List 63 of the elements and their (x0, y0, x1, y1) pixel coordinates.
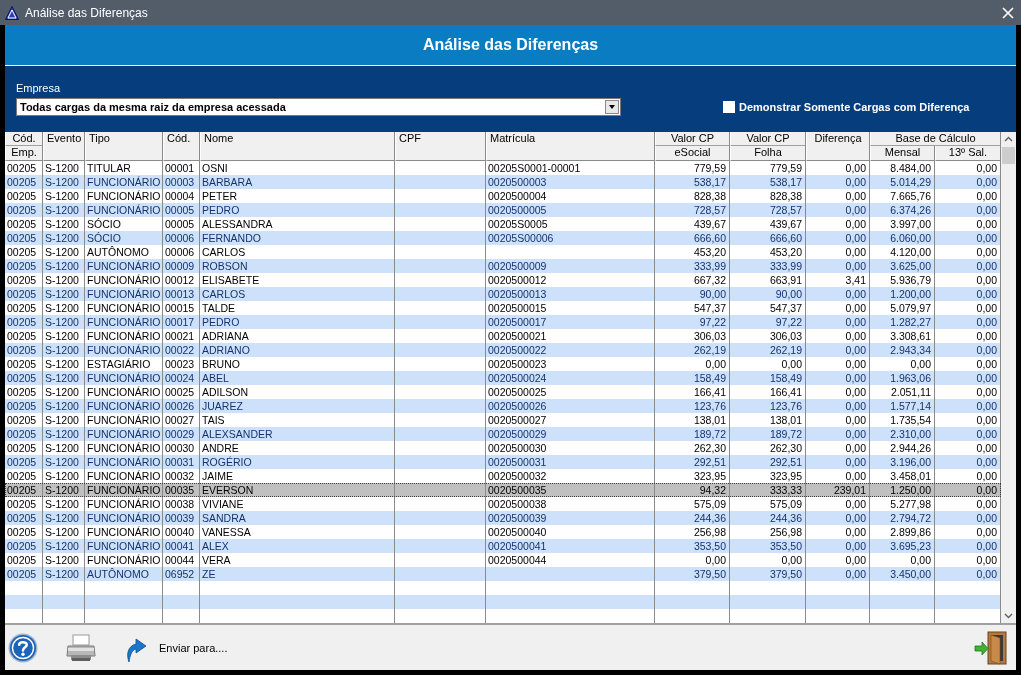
table-row[interactable]: 00205 S-1200 FUNCIONÁRIO 00021 ADRIANA 0020500021 306,03 306,03 0,00 3.308,61 0,00 (5, 329, 1001, 343)
table-row[interactable]: 00205 S-1200 FUNCIONÁRIO 00017 PEDRO 0020500017 97,22 97,22 0,00 1.282,27 0,00 (5, 315, 1001, 329)
column-header: Diferença (806, 132, 870, 161)
table-row[interactable]: 00205 S-1200 FUNCIONÁRIO 00022 ADRIANO 0020500022 262,19 262,19 0,00 2.943,34 0,00 (5, 343, 1001, 357)
table-row[interactable]: 00205 S-1200 TITULAR 00001 OSNI 00205S0001-00001 779,59 779,59 0,00 8.484,00 0,00 (5, 161, 1001, 175)
column-header: eSocial (655, 146, 730, 161)
window-title: Análise das Diferenças (25, 5, 149, 20)
exit-door-icon (974, 630, 1008, 665)
page-title: Análise das Diferenças (422, 36, 599, 54)
table-row[interactable]: 00205 S-1200 FUNCIONÁRIO 00030 ANDRE 0020500030 262,30 262,30 0,00 2.944,26 0,00 (5, 441, 1001, 455)
exit-button[interactable] (974, 630, 1008, 665)
table-row[interactable]: 00205 S-1200 AUTÔNOMO 00006 CARLOS 453,20 453,20 0,00 4.120,00 0,00 (5, 245, 1001, 259)
send-to-button[interactable]: Enviar para.... (125, 631, 228, 664)
close-button[interactable] (1002, 6, 1014, 19)
column-header: Cód. (5, 132, 43, 146)
table-row[interactable]: 00205 S-1200 FUNCIONÁRIO 00024 ABEL 0020500024 158,49 158,49 0,00 1.963,06 0,00 (5, 371, 1001, 385)
column-header: 13º Sal. (935, 146, 1001, 161)
table-row[interactable]: 00205 S-1200 FUNCIONÁRIO 00004 PETER 0020500004 828,38 828,38 0,00 7.665,76 0,00 (5, 189, 1001, 203)
table-row[interactable]: 00205 S-1200 FUNCIONÁRIO 00041 ALEX 0020500041 353,50 353,50 0,00 3.695,23 0,00 (5, 539, 1001, 553)
table-row[interactable]: 00205 S-1200 FUNCIONÁRIO 00003 BARBARA 0020500003 538,17 538,17 0,00 5.014,29 0,00 (5, 175, 1001, 189)
column-header: CPF (395, 132, 486, 161)
column-header: Valor CP (655, 132, 730, 146)
help-button[interactable] (8, 632, 38, 663)
table-row[interactable]: 00205 S-1200 FUNCIONÁRIO 00013 CARLOS 0020500013 90,00 90,00 0,00 1.200,00 0,00 (5, 287, 1001, 301)
table-row[interactable]: 00205 S-1200 FUNCIONÁRIO 00012 ELISABETE 0020500012 667,32 663,91 3,41 5.936,79 0,00 (5, 273, 1001, 287)
table-row[interactable]: 00205 S-1200 FUNCIONÁRIO 00009 ROBSON 0020500009 333,99 333,99 0,00 3.625,00 0,00 (5, 259, 1001, 273)
column-header: Evento (43, 132, 85, 161)
column-header: Nome (200, 132, 395, 161)
triangle-icon (5, 5, 19, 20)
field-label: Empresa (16, 81, 61, 95)
company-dropdown[interactable]: Todas cargas da mesma raiz da empresa acessada (16, 98, 621, 116)
checkbox[interactable] (723, 101, 735, 113)
column-header: Valor CP (730, 132, 806, 146)
table-row[interactable]: 00205 S-1200 FUNCIONÁRIO 00015 TALDE 0020500015 547,37 547,37 0,00 5.079,97 0,00 (5, 301, 1001, 315)
column-header: Emp. (5, 146, 43, 161)
print-button[interactable] (65, 633, 97, 662)
column-header: Tipo (85, 132, 163, 161)
column-header: Mensal (870, 146, 935, 161)
checkbox-label: Demonstrar Somente Cargas com Diferença (739, 101, 970, 113)
table-row[interactable]: 00205 S-1200 FUNCIONÁRIO 00005 PEDRO 0020500005 728,57 728,57 0,00 6.374,26 0,00 (5, 203, 1001, 217)
table-row[interactable]: 00205 S-1200 ESTAGIÁRIO 00023 BRUNO 0020500023 0,00 0,00 0,00 0,00 0,00 (5, 357, 1001, 371)
column-header: Base de Cálculo (870, 132, 1001, 146)
column-header: Matrícula (486, 132, 655, 161)
table-row[interactable]: 00205 S-1200 FUNCIONÁRIO 00040 VANESSA 0020500040 256,98 256,98 0,00 2.899,86 0,00 (5, 525, 1001, 539)
table-row[interactable]: 00205 S-1200 FUNCIONÁRIO 00025 ADILSON 0020500025 166,41 166,41 0,00 2.051,11 0,00 (5, 385, 1001, 399)
table-row[interactable]: 00205 S-1200 FUNCIONÁRIO 00038 VIVIANE 0020500038 575,09 575,09 0,00 5.277,98 0,00 (5, 497, 1001, 511)
table-row[interactable]: 00205 S-1200 FUNCIONÁRIO 00027 TAIS 0020500027 138,01 138,01 0,00 1.735,54 0,00 (5, 413, 1001, 427)
scroll-thumb[interactable] (1002, 147, 1015, 164)
column-header: Cód. (163, 132, 200, 161)
column-header: Folha (730, 146, 806, 161)
table-row[interactable]: 00205 S-1200 FUNCIONÁRIO 00029 ALEXSANDER 0020500029 189,72 189,72 0,00 2.310,00 0,00 (5, 427, 1001, 441)
table-row[interactable]: 00205 S-1200 FUNCIONÁRIO 00026 JUAREZ 0020500026 123,76 123,76 0,00 1.577,14 0,00 (5, 399, 1001, 413)
table-row[interactable]: 00205 S-1200 AUTÔNOMO 06952 ZE 379,50 379,50 0,00 3.450,00 0,00 (5, 567, 1001, 581)
table-row[interactable]: 00205 S-1200 FUNCIONÁRIO 00031 ROGÉRIO 0020500031 292,51 292,51 0,00 3.196,00 0,00 (5, 455, 1001, 469)
table-row[interactable]: 00205 S-1200 FUNCIONÁRIO 00044 VERA 0020500044 0,00 0,00 0,00 0,00 0,00 (5, 553, 1001, 567)
table-row[interactable]: 00205 S-1200 FUNCIONÁRIO 00039 SANDRA 0020500039 244,36 244,36 0,00 2.794,72 0,00 (5, 511, 1001, 525)
printer-icon (65, 633, 97, 662)
help-icon (8, 632, 38, 663)
table-row[interactable]: 00205 S-1200 FUNCIONÁRIO 00032 JAIME 0020500032 323,95 323,95 0,00 3.458,01 0,00 (5, 469, 1001, 483)
table-row[interactable]: 00205 S-1200 FUNCIONÁRIO 00035 EVERSON 0020500035 94,32 333,33 239,01 1.250,00 0,00 (5, 483, 1001, 497)
table-row[interactable]: 00205 S-1200 SÓCIO 00005 ALESSANDRA 00205S0005 439,67 439,67 0,00 3.997,00 0,00 (5, 217, 1001, 231)
table-row[interactable]: 00205 S-1200 SÓCIO 00006 FERNANDO 00205S00006 666,60 666,60 0,00 6.060,00 0,00 (5, 231, 1001, 245)
close-icon (1002, 6, 1014, 19)
